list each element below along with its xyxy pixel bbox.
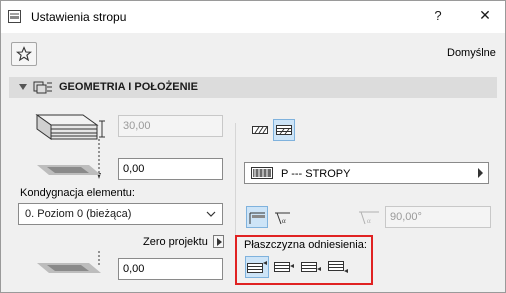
bottom-offset-input[interactable]: 0,00	[118, 258, 223, 280]
edge-angle-icon: α	[275, 212, 290, 225]
section-title: GEOMETRIA I POŁOŻENIE	[59, 81, 198, 93]
layer-picker[interactable]: P --- STROPY	[244, 162, 489, 184]
story-label: Kondygnacja elementu:	[20, 187, 135, 199]
geometry-icon	[33, 81, 52, 94]
favorites-button[interactable]	[11, 42, 37, 66]
edge-perpendicular-toggle[interactable]	[246, 206, 268, 228]
layer-hatch-icon	[251, 167, 273, 179]
close-button[interactable]: ✕	[477, 7, 493, 25]
hatch-toggle-plain[interactable]	[249, 119, 271, 141]
project-zero-popup-button[interactable]	[213, 235, 224, 248]
top-offset-input[interactable]: 0,00	[118, 158, 223, 180]
layer-arrow-icon	[478, 168, 483, 178]
slab-app-icon	[8, 10, 21, 23]
angle-disabled-icon: α	[359, 211, 379, 225]
edge-perpendicular-icon	[249, 212, 265, 224]
hatch-layered-icon	[276, 125, 292, 135]
help-button[interactable]: ?	[431, 8, 445, 24]
geometry-section-header[interactable]: GEOMETRIA I POŁOŻENIE	[9, 77, 497, 98]
edge-angle-input[interactable]: 90,00°	[385, 206, 491, 228]
thickness-input[interactable]: 30,00	[118, 115, 223, 137]
svg-text:α: α	[282, 217, 286, 225]
title-bar: Ustawienia stropu ? ✕	[1, 1, 505, 33]
reference-plane-highlight	[235, 235, 373, 285]
story-selected-value: 0. Poziom 0 (bieżąca)	[25, 208, 132, 220]
slab-settings-dialog: Ustawienia stropu ? ✕ Domyślne GEOMETRIA…	[0, 0, 506, 293]
story-dropdown[interactable]: 0. Poziom 0 (bieżąca)	[18, 203, 223, 225]
hatch-plain-icon	[252, 126, 268, 134]
chevron-down-icon	[206, 211, 216, 217]
window-title: Ustawienia stropu	[31, 10, 127, 24]
collapse-arrow-icon[interactable]	[19, 84, 27, 90]
hatch-toggle-layered[interactable]	[273, 119, 295, 141]
edge-custom-angle-toggle[interactable]: α	[271, 206, 293, 228]
layer-selected-value: P --- STROPY	[281, 168, 351, 180]
bottom-offset-plane-icon	[37, 251, 101, 273]
star-icon	[16, 46, 32, 62]
project-zero-label: Zero projektu	[143, 236, 208, 248]
default-settings-link[interactable]: Domyślne	[447, 47, 496, 59]
svg-text:α: α	[367, 217, 371, 225]
top-offset-plane-icon	[37, 165, 101, 175]
